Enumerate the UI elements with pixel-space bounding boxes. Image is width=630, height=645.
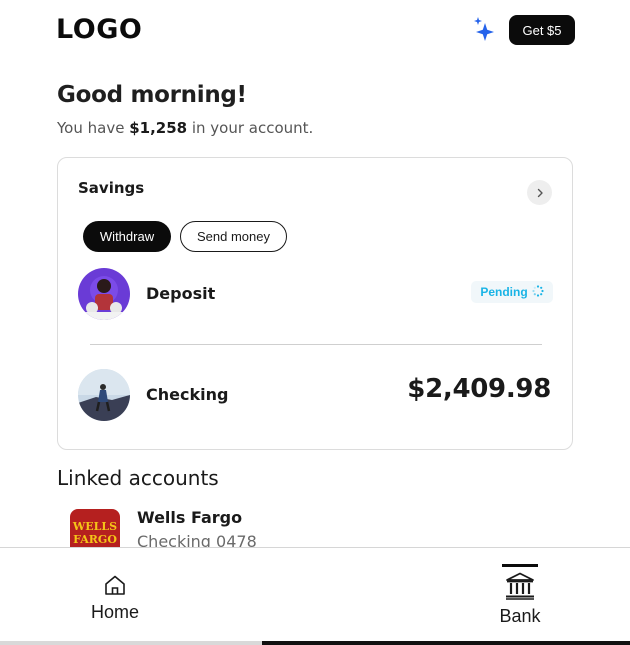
balance-summary: You have $1,258 in your account. <box>57 119 313 137</box>
nav-label-bank: Bank <box>499 606 541 626</box>
bank-logo-line2: FARGO <box>73 533 117 546</box>
spinner-icon <box>532 284 544 300</box>
savings-title: Savings <box>78 179 145 197</box>
linked-accounts-title: Linked accounts <box>57 466 219 490</box>
bottom-edge-light <box>0 641 262 645</box>
active-tab-indicator <box>502 564 538 567</box>
withdraw-button[interactable]: Withdraw <box>83 221 171 252</box>
deposit-avatar <box>78 268 130 320</box>
chevron-right-icon <box>535 183 545 202</box>
checking-label: Checking <box>146 385 229 404</box>
pending-badge: Pending <box>471 281 553 303</box>
send-money-button[interactable]: Send money <box>180 221 287 252</box>
nav-label-home: Home <box>90 602 139 622</box>
balance-prefix: You have <box>57 119 130 137</box>
nav-item-home[interactable]: Home <box>70 548 160 644</box>
app-logo[interactable]: LOGO <box>56 14 142 45</box>
bottom-nav: Home Bank <box>0 547 630 645</box>
balance-amount: $1,258 <box>129 119 188 137</box>
checking-amount: $2,409.98 <box>407 374 551 404</box>
greeting-title: Good morning! <box>57 82 247 108</box>
get-five-button[interactable]: Get $5 <box>509 15 575 45</box>
linked-bank-name[interactable]: Wells Fargo <box>137 508 242 527</box>
deposit-label: Deposit <box>146 284 216 303</box>
row-divider <box>90 344 542 345</box>
bank-icon <box>505 572 535 604</box>
nav-item-bank[interactable]: Bank <box>480 548 560 644</box>
sparkle-icon[interactable] <box>472 17 496 41</box>
home-icon <box>104 575 126 599</box>
savings-card: Savings Withdraw Send money Deposit Pend… <box>57 157 573 450</box>
app-header: LOGO Get $5 <box>0 0 630 60</box>
balance-suffix: in your account. <box>187 119 314 137</box>
savings-open-button[interactable] <box>527 180 552 205</box>
pending-text: Pending <box>480 285 528 299</box>
checking-avatar <box>78 369 130 421</box>
bank-logo-line1: WELLS <box>72 520 118 533</box>
